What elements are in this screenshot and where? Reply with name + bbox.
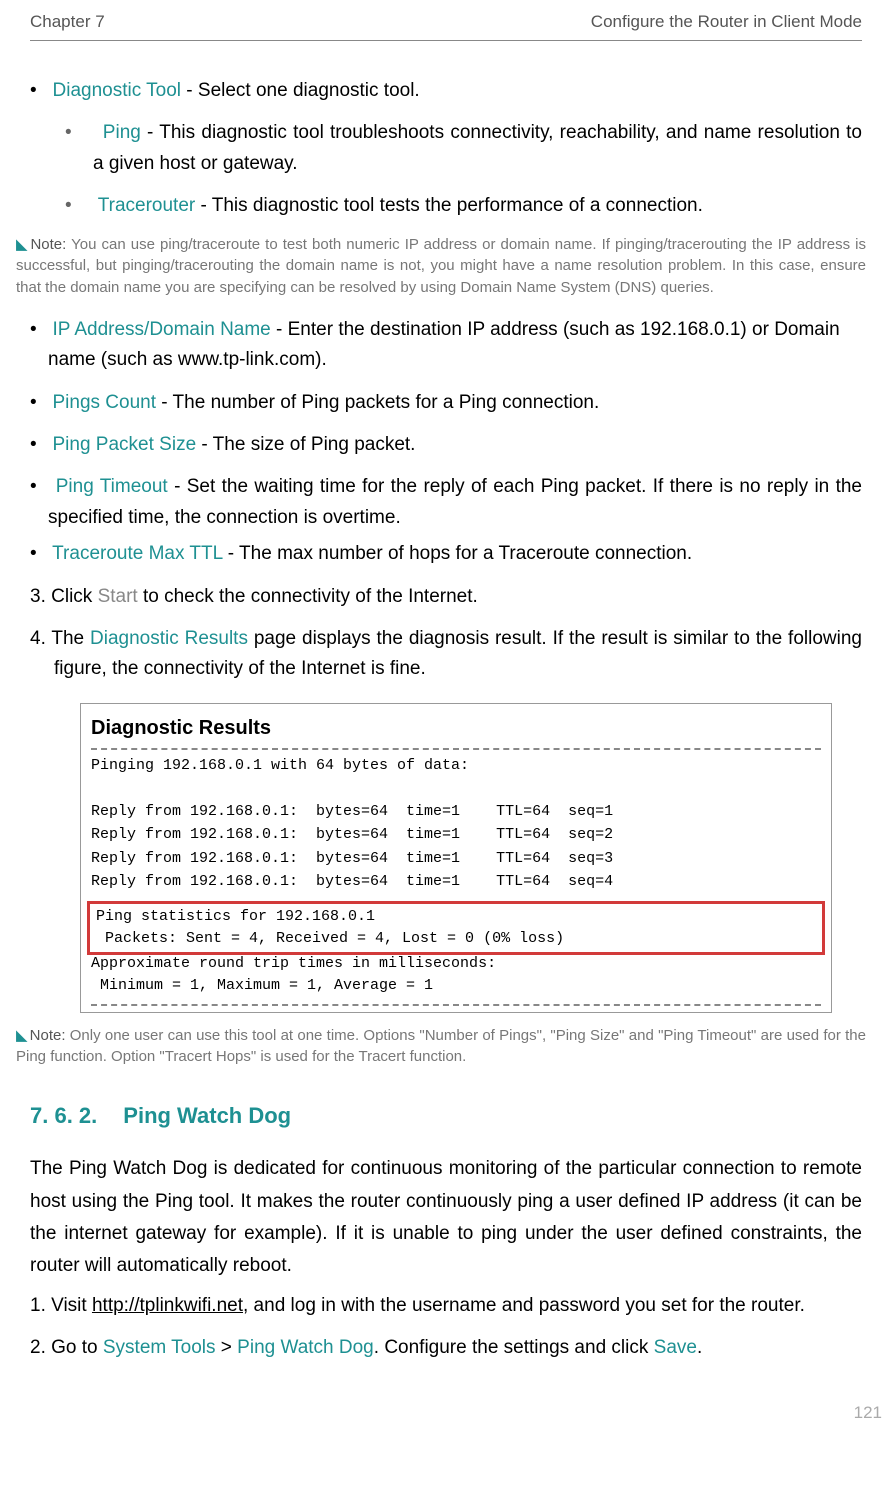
term-traceroute-ttl: Traceroute Max TTL <box>52 543 222 564</box>
pwd2-gt: > <box>216 1337 238 1358</box>
bullet-traceroute-ttl: Traceroute Max TTL - The max number of h… <box>30 539 862 569</box>
diag-title: Diagnostic Results <box>81 704 831 748</box>
bullet-pings-count: Pings Count - The number of Ping packets… <box>30 388 862 418</box>
term-ping-timeout: Ping Timeout <box>56 476 168 497</box>
text-ping: - This diagnostic tool troubleshoots con… <box>93 122 862 173</box>
header-title: Configure the Router in Client Mode <box>591 12 862 32</box>
pwd-paragraph: The Ping Watch Dog is dedicated for cont… <box>30 1153 862 1282</box>
note-2: ◣Note: Only one user can use this tool a… <box>16 1025 866 1069</box>
pwd-step-2: 2. Go to System Tools > Ping Watch Dog. … <box>30 1333 862 1363</box>
text-pings-count: - The number of Ping packets for a Ping … <box>156 392 599 413</box>
diag-minmax: Minimum = 1, Maximum = 1, Average = 1 <box>91 977 433 994</box>
bullet-tracerouter: Tracerouter - This diagnostic tool tests… <box>65 191 862 221</box>
diag-reply2: Reply from 192.168.0.1: bytes=64 time=1 … <box>91 826 613 843</box>
pwd1-prefix: 1. Visit <box>30 1295 92 1316</box>
pwd1-suffix: , and log in with the username and passw… <box>243 1295 805 1316</box>
step-4: 4. The Diagnostic Results page displays … <box>30 624 862 685</box>
note-1: ◣Note: You can use ping/traceroute to te… <box>16 234 866 299</box>
pwd2-save: Save <box>654 1337 697 1358</box>
bullet-ping-timeout: Ping Timeout - Set the waiting time for … <box>30 472 862 533</box>
diag-stats1: Ping statistics for 192.168.0.1 <box>96 908 375 925</box>
term-pings-count: Pings Count <box>53 392 157 413</box>
chapter-label: Chapter 7 <box>30 12 105 32</box>
pwd2-systools: System Tools <box>103 1337 216 1358</box>
section-heading: 7. 6. 2. Ping Watch Dog <box>30 1098 862 1133</box>
bullet-ip-address: IP Address/Domain Name - Enter the desti… <box>30 315 862 376</box>
text-traceroute-ttl: - The max number of hops for a Tracerout… <box>223 543 693 564</box>
step3-start: Start <box>98 586 138 607</box>
pwd-step-1: 1. Visit http://tplinkwifi.net, and log … <box>30 1291 862 1321</box>
page-number: 121 <box>30 1403 882 1423</box>
diag-stats2: Packets: Sent = 4, Received = 4, Lost = … <box>96 930 564 947</box>
step-3: 3. Click Start to check the connectivity… <box>30 582 862 612</box>
term-ping-packet-size: Ping Packet Size <box>53 434 197 455</box>
note-text-1: You can use ping/traceroute to test both… <box>16 236 866 297</box>
pwd1-url[interactable]: http://tplinkwifi.net <box>92 1295 243 1316</box>
step3-suffix: to check the connectivity of the Interne… <box>138 586 478 607</box>
bullet-ping-packet-size: Ping Packet Size - The size of Ping pack… <box>30 430 862 460</box>
diagnostic-results-box: Diagnostic Results Pinging 192.168.0.1 w… <box>80 703 832 1013</box>
diag-body: Pinging 192.168.0.1 with 64 bytes of dat… <box>81 750 831 900</box>
diag-highlight: Ping statistics for 192.168.0.1 Packets:… <box>87 901 825 955</box>
diag-line1: Pinging 192.168.0.1 with 64 bytes of dat… <box>91 757 469 774</box>
section-title: Ping Watch Dog <box>123 1103 291 1128</box>
text-tracerouter: - This diagnostic tool tests the perform… <box>195 195 703 216</box>
step3-prefix: 3. Click <box>30 586 98 607</box>
section-number: 7. 6. 2. <box>30 1103 97 1128</box>
diag-approx: Approximate round trip times in millisec… <box>91 955 496 972</box>
note-label-1: Note: <box>30 236 66 253</box>
text-ping-packet-size: - The size of Ping packet. <box>196 434 415 455</box>
step4-diag-results: Diagnostic Results <box>90 628 248 649</box>
bullet-ping: Ping - This diagnostic tool troubleshoot… <box>65 118 862 179</box>
term-tracerouter: Tracerouter <box>98 195 196 216</box>
bullet-diagnostic-tool: Diagnostic Tool - Select one diagnostic … <box>30 76 862 106</box>
diag-reply4: Reply from 192.168.0.1: bytes=64 time=1 … <box>91 873 613 890</box>
pwd2-pwd: Ping Watch Dog <box>237 1337 374 1358</box>
diag-reply1: Reply from 192.168.0.1: bytes=64 time=1 … <box>91 803 613 820</box>
bookmark-icon-2: ◣ <box>16 1027 28 1044</box>
diag-reply3: Reply from 192.168.0.1: bytes=64 time=1 … <box>91 850 613 867</box>
term-ip-address: IP Address/Domain Name <box>53 319 271 340</box>
text-diagnostic-tool: - Select one diagnostic tool. <box>181 80 420 101</box>
pwd2-mid: . Configure the settings and click <box>374 1337 654 1358</box>
step4-prefix: 4. The <box>30 628 90 649</box>
text-ping-timeout: - Set the waiting time for the reply of … <box>48 476 862 527</box>
term-ping: Ping <box>103 122 141 143</box>
diag-divider-bottom <box>91 1004 821 1006</box>
note-text-2: Only one user can use this tool at one t… <box>16 1027 866 1066</box>
note-label-2: Note: <box>30 1027 66 1044</box>
pwd2-prefix: 2. Go to <box>30 1337 103 1358</box>
diag-after: Approximate round trip times in millisec… <box>81 953 831 1004</box>
pwd2-end: . <box>697 1337 702 1358</box>
bookmark-icon: ◣ <box>16 236 28 253</box>
term-diagnostic-tool: Diagnostic Tool <box>53 80 182 101</box>
